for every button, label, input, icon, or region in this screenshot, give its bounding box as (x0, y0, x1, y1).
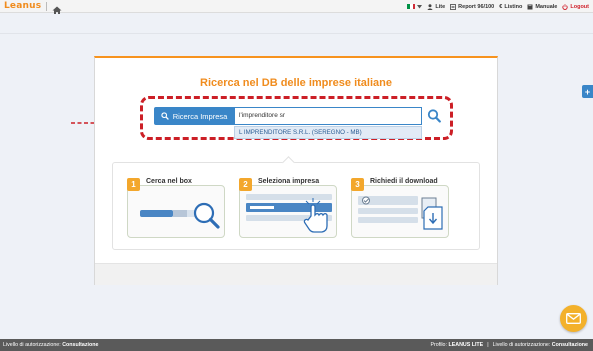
search-icon (161, 112, 169, 120)
step-1: 1 Cerca nel box (127, 175, 225, 238)
download-illustration (358, 196, 443, 230)
auth-level-left: Livello di autorizzazione: Consultazione (3, 342, 98, 348)
language-selector[interactable] (407, 4, 423, 9)
status-bar: Livello di autorizzazione: Consultazione… (0, 339, 593, 351)
home-icon[interactable] (52, 2, 62, 14)
book-icon (527, 4, 533, 9)
profile-label: Profilo: (430, 342, 447, 348)
panel-footer (95, 263, 497, 285)
step-2-title: Seleziona impresa (258, 178, 320, 185)
logout-label: Logout (570, 3, 589, 10)
report-icon (450, 3, 457, 10)
step-2-number: 2 (239, 178, 252, 191)
euro-icon: € (499, 3, 503, 10)
step-1-card (127, 185, 225, 238)
separator (46, 1, 48, 11)
contact-mail-button[interactable] (560, 305, 587, 332)
caret-down-icon (417, 4, 423, 8)
select-company-illustration (246, 194, 332, 233)
manuale-label: Manuale (535, 3, 558, 10)
search-submit-icon[interactable] (427, 108, 441, 124)
report-label: Report 96/100 (458, 3, 495, 10)
profile-value: LEANUS LITE (448, 342, 484, 348)
report-link[interactable]: Report 96/100 (450, 4, 494, 10)
step-3: 3 Richiedi il download (351, 175, 449, 238)
step-3-number: 3 (351, 178, 364, 191)
search-company-button[interactable]: Ricerca Impresa (154, 107, 234, 125)
italy-flag-icon (407, 4, 416, 9)
profile-info: Profilo: LEANUS LITE | Livello di autori… (430, 339, 588, 351)
logout-button[interactable]: Logout (562, 4, 589, 10)
sub-header (0, 14, 593, 34)
steps-box: 1 Cerca nel box 2 Seleziona impresa 3 Ri… (112, 162, 480, 250)
search-panel: Ricerca nel DB delle imprese italiane Ri… (94, 56, 498, 285)
user-label: Lite (435, 3, 446, 10)
user-icon (427, 3, 434, 10)
auth-level-label-right: Livello di autorizzazione: (492, 342, 551, 348)
step-1-title: Cerca nel box (146, 178, 192, 185)
listino-link[interactable]: € Listino (499, 4, 522, 10)
user-menu[interactable]: Lite (427, 4, 445, 10)
step-2: 2 Seleziona impresa (239, 175, 337, 238)
company-search-input[interactable]: l'imprenditore sr (234, 107, 422, 125)
listino-label: Listino (504, 3, 523, 10)
step-2-card (239, 185, 337, 238)
auth-level-value-right: Consultazione (551, 342, 588, 348)
power-icon (562, 3, 568, 10)
auth-level-label: Livello di autorizzazione: (3, 342, 61, 348)
manuale-link[interactable]: Manuale (527, 4, 557, 10)
search-button-label: Ricerca Impresa (172, 111, 228, 121)
top-menu: Lite Report 96/100 € Listino Manuale Log… (407, 0, 589, 13)
search-suggestion[interactable]: L IMPRENDITORE S.R.L. (SEREGNO - MB) (234, 126, 422, 139)
step-1-number: 1 (127, 178, 140, 191)
step-3-card (351, 185, 449, 238)
status-separator: | (487, 342, 489, 348)
leanus-logo[interactable]: Leanus (4, 1, 41, 11)
top-bar: Leanus Lite Report 96/100 € Listino Manu… (0, 0, 593, 14)
side-expand-button[interactable]: + (582, 85, 593, 98)
search-box-illustration (140, 202, 220, 229)
panel-title: Ricerca nel DB delle imprese italiane (200, 77, 392, 89)
mail-icon (566, 313, 581, 324)
auth-level-value: Consultazione (62, 342, 99, 348)
step-3-title: Richiedi il download (370, 178, 438, 185)
